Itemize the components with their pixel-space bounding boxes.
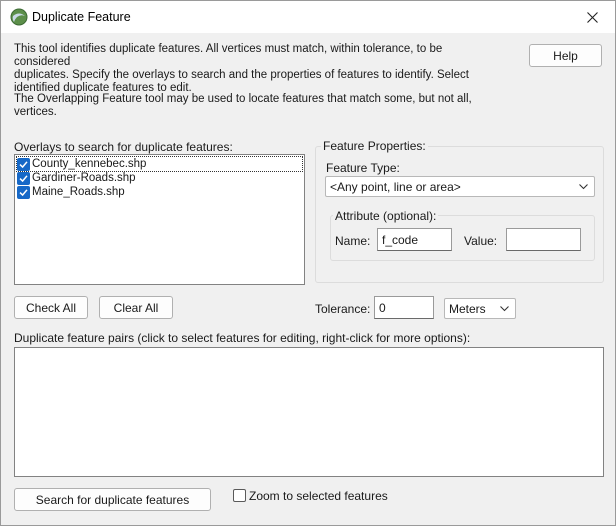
title-bar: Duplicate Feature (1, 1, 615, 33)
help-button[interactable]: Help (529, 44, 602, 67)
description-paragraph-1: This tool identifies duplicate features.… (14, 43, 494, 95)
overlay-name: Maine_Roads.shp (32, 186, 125, 198)
chevron-down-icon (500, 305, 509, 311)
attribute-name-input[interactable]: f_code (377, 228, 452, 251)
feature-properties-label: Feature Properties: (321, 139, 428, 153)
duplicate-feature-dialog: Duplicate Feature This tool identifies d… (0, 0, 616, 526)
zoom-label: Zoom to selected features (249, 489, 388, 503)
overlays-label: Overlays to search for duplicate feature… (14, 140, 233, 154)
checkbox-checked[interactable] (17, 157, 30, 171)
overlay-name: County_kennebec.shp (32, 158, 147, 170)
checkbox-checked[interactable] (17, 185, 30, 199)
chevron-down-icon (579, 183, 588, 189)
description-line: This tool identifies duplicate features.… (14, 43, 443, 68)
attribute-label: Attribute (optional): (333, 209, 439, 223)
attribute-value-label: Value: (464, 234, 498, 248)
tolerance-value: 0 (379, 300, 386, 315)
checkmark-icon (19, 174, 28, 182)
close-icon (586, 11, 598, 23)
window-title: Duplicate Feature (32, 10, 131, 24)
description-paragraph-2: The Overlapping Feature tool may be used… (14, 93, 494, 119)
results-label: Duplicate feature pairs (click to select… (14, 331, 471, 345)
overlay-item-gardiner-roads[interactable]: Gardiner-Roads.shp (17, 171, 136, 185)
overlay-name: Gardiner-Roads.shp (32, 172, 136, 184)
tolerance-unit-value: Meters (449, 301, 486, 316)
description-line: vertices. (14, 106, 57, 118)
close-button[interactable] (569, 1, 615, 33)
description-line: The Overlapping Feature tool may be used… (14, 93, 472, 105)
duplicate-pairs-list[interactable] (14, 347, 604, 477)
clear-all-button[interactable]: Clear All (99, 296, 173, 319)
feature-type-dropdown[interactable]: <Any point, line or area> (325, 176, 595, 197)
checkmark-icon (19, 160, 28, 168)
zoom-checkbox[interactable] (233, 489, 246, 502)
checkbox-checked[interactable] (17, 171, 30, 185)
feature-type-label: Feature Type: (326, 161, 400, 175)
feature-type-value: <Any point, line or area> (330, 179, 461, 194)
overlays-list[interactable]: County_kennebec.shp Gardiner-Roads.shp M… (14, 154, 305, 285)
check-all-button[interactable]: Check All (14, 296, 88, 319)
attribute-name-label: Name: (335, 234, 371, 248)
overlay-item-maine-roads[interactable]: Maine_Roads.shp (17, 185, 125, 199)
attribute-value-input[interactable] (506, 228, 581, 251)
tolerance-unit-dropdown[interactable]: Meters (444, 298, 516, 319)
tolerance-label: Tolerance: (315, 302, 371, 316)
attribute-name-value: f_code (382, 232, 419, 247)
description-line: duplicates. Specify the overlays to sear… (14, 69, 469, 81)
globe-app-icon (10, 8, 28, 26)
tolerance-input[interactable]: 0 (374, 296, 434, 319)
overlay-item-county-kennebec[interactable]: County_kennebec.shp (16, 156, 303, 172)
search-duplicates-button[interactable]: Search for duplicate features (14, 488, 211, 511)
checkmark-icon (19, 188, 28, 196)
